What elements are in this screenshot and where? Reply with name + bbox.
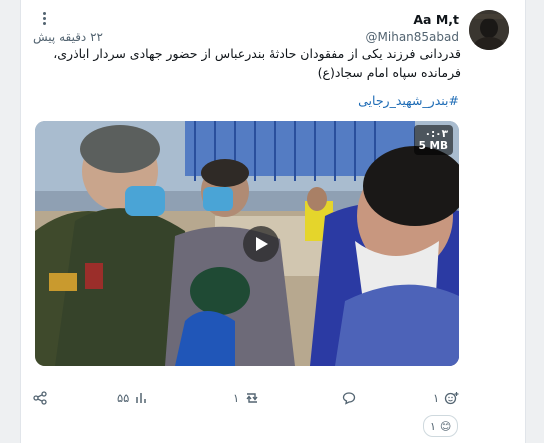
reply-icon xyxy=(342,392,356,405)
post-text: قدردانی فرزند یکی از مفقودان حادثهٔ بندر… xyxy=(53,46,461,80)
hashtag-link[interactable]: #بندر_شهید_رجایی xyxy=(358,93,459,108)
avatar[interactable] xyxy=(469,10,509,50)
analytics-icon xyxy=(136,393,147,403)
more-dot-icon xyxy=(42,12,46,15)
smiling-face-icon: 😊 xyxy=(439,419,452,433)
more-dot-icon xyxy=(42,22,46,25)
play-icon xyxy=(256,237,268,251)
reaction-chip[interactable]: ۱ 😊 xyxy=(423,415,459,437)
display-name[interactable]: Aa M,t xyxy=(413,12,459,27)
like-count: ۱ xyxy=(433,391,440,405)
views-count-button[interactable]: ۵۵ xyxy=(117,388,148,408)
video-duration: ۰:۰۳ xyxy=(424,128,448,140)
video-size: 5 MB xyxy=(418,140,448,152)
post-card: ۲۲ دقیقه پیش Aa M,t @Mihan85abad قدردانی… xyxy=(20,0,526,443)
play-button[interactable] xyxy=(243,226,279,262)
reaction-count: ۱ xyxy=(430,419,436,433)
reply-button[interactable] xyxy=(337,388,356,408)
post-timestamp[interactable]: ۲۲ دقیقه پیش xyxy=(33,30,103,44)
repost-icon xyxy=(246,393,258,403)
media-info-badge: ۰:۰۳ 5 MB xyxy=(413,125,453,155)
add-reaction-icon xyxy=(445,392,459,405)
views-count: ۵۵ xyxy=(117,391,130,405)
share-icon xyxy=(33,391,47,405)
post-actions: ۵۵ ۱ ۱ xyxy=(21,385,527,411)
user-handle[interactable]: @Mihan85abad xyxy=(366,30,459,44)
more-options-button[interactable] xyxy=(35,11,53,27)
share-button[interactable] xyxy=(33,388,47,408)
repost-count: ۱ xyxy=(233,391,240,405)
like-button[interactable]: ۱ xyxy=(433,388,459,408)
repost-button[interactable]: ۱ xyxy=(233,388,260,408)
more-dot-icon xyxy=(42,17,46,20)
video-player[interactable]: ۰:۰۳ 5 MB xyxy=(35,121,459,366)
